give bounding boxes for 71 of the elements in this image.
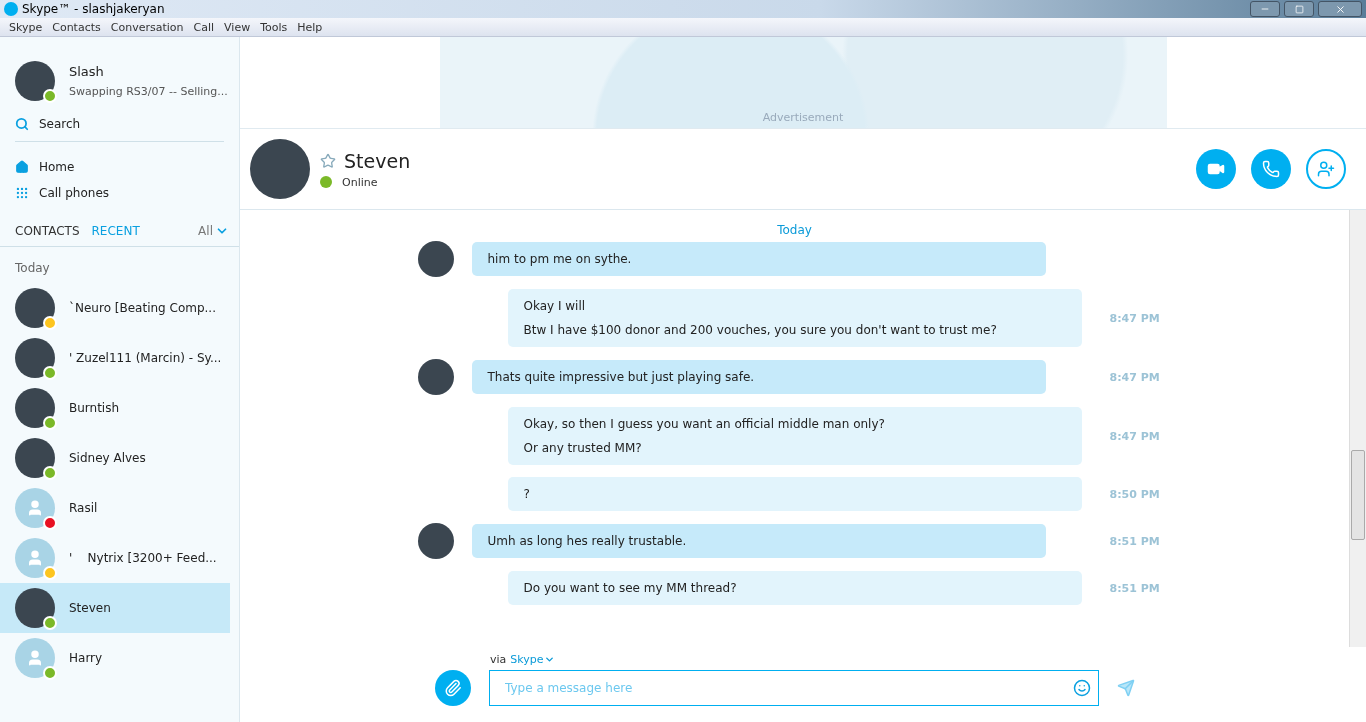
contact-item[interactable]: `Neuro [Beating Comp... <box>0 283 230 333</box>
scrollbar[interactable] <box>1349 210 1366 647</box>
message-input[interactable]: Type a message here <box>489 670 1099 706</box>
section-heading: Today <box>14 260 51 277</box>
search-link[interactable]: Search <box>39 117 81 131</box>
message-text: Okay, so then I guess you want an official middle man only? <box>523 417 886 431</box>
day-label: Today <box>777 222 812 239</box>
maximize-button[interactable] <box>1284 1 1314 17</box>
menu-item[interactable]: Call <box>188 20 220 34</box>
nav-link[interactable]: Home <box>39 160 75 174</box>
dialpad-icon <box>15 186 29 200</box>
profile-name: Slash <box>69 64 105 79</box>
mood-message: Swapping RS3/07 -- Selling... <box>69 85 228 98</box>
menu-item[interactable]: Conversation <box>105 20 189 34</box>
call-button[interactable] <box>1251 149 1291 189</box>
paperclip-icon <box>444 679 462 697</box>
avatar-photo <box>250 139 310 199</box>
caret-icon <box>543 654 555 665</box>
emoticon-icon[interactable] <box>1073 679 1091 697</box>
message-text: ? <box>523 487 531 501</box>
contact-item[interactable]: Sidney Alves <box>0 433 230 483</box>
search-icon <box>15 117 29 131</box>
menu-item[interactable]: View <box>219 20 256 34</box>
menu-item[interactable]: Help <box>292 20 328 34</box>
skype-logo-icon <box>4 2 18 16</box>
minimize-button[interactable] <box>1250 1 1280 17</box>
phone-icon <box>1262 160 1280 178</box>
list-tab[interactable]: CONTACTS <box>15 224 80 238</box>
avatar-photo <box>417 359 454 395</box>
message-text: Or any trusted MM? <box>523 441 643 455</box>
message-text: Umh as long hes really trustable. <box>487 534 688 548</box>
message-time: 8:51 PM <box>1109 581 1160 595</box>
close-button[interactable] <box>1318 1 1362 17</box>
menu-item[interactable]: Tools <box>255 20 293 34</box>
contact-item[interactable]: Harry <box>0 633 230 683</box>
avatar-photo <box>417 241 454 277</box>
advertisement-banner: Advertisement <box>439 37 1167 128</box>
attach-button[interactable] <box>435 670 471 706</box>
menu-item[interactable]: Contacts <box>47 20 106 34</box>
add-contact-button[interactable] <box>1306 149 1346 189</box>
avatar-photo <box>417 523 454 559</box>
contact-item[interactable]: ' Nytrix [3200+ Feed... <box>0 533 230 583</box>
message-time: 8:47 PM <box>1109 311 1160 325</box>
message-time: 8:47 PM <box>1109 429 1160 443</box>
contact-item[interactable]: Rasil <box>0 483 230 533</box>
message-time: 8:47 PM <box>1109 370 1160 384</box>
message-time: 8:50 PM <box>1109 487 1160 501</box>
window-title: Skype™ - slashjakeryan <box>22 2 166 16</box>
add-person-icon <box>1317 160 1335 178</box>
message-time: 8:51 PM <box>1109 534 1160 548</box>
contact-item[interactable]: Steven <box>0 583 230 633</box>
contact-name: Steven <box>344 149 411 172</box>
nav-link[interactable]: Call phones <box>39 186 110 200</box>
home-icon <box>15 160 29 174</box>
message-text: Okay I will <box>523 299 587 313</box>
contact-item[interactable]: Burntish <box>0 383 230 433</box>
restore-icon <box>1294 4 1304 14</box>
contact-item[interactable]: ' Zuzel111 (Marcin) - Sy... <box>0 333 230 383</box>
send-icon[interactable] <box>1117 679 1135 697</box>
message-text: Do you want to see my MM thread? <box>523 581 738 595</box>
star-icon[interactable] <box>320 152 336 169</box>
message-text: Thats quite impressive but just playing safe. <box>487 370 756 384</box>
message-text: him to pm me on sythe. <box>487 252 633 266</box>
close-icon <box>1334 3 1346 15</box>
avatar-photo <box>15 61 55 101</box>
menu-item[interactable]: Skype <box>4 20 48 34</box>
via-label: via <box>490 653 507 666</box>
status-text: Online <box>342 175 378 189</box>
filter-dropdown[interactable]: All <box>198 224 213 238</box>
video-call-button[interactable] <box>1196 149 1236 189</box>
message-text: Btw I have $100 donor and 200 vouches, you sure you don't want to trust me? <box>523 323 998 337</box>
